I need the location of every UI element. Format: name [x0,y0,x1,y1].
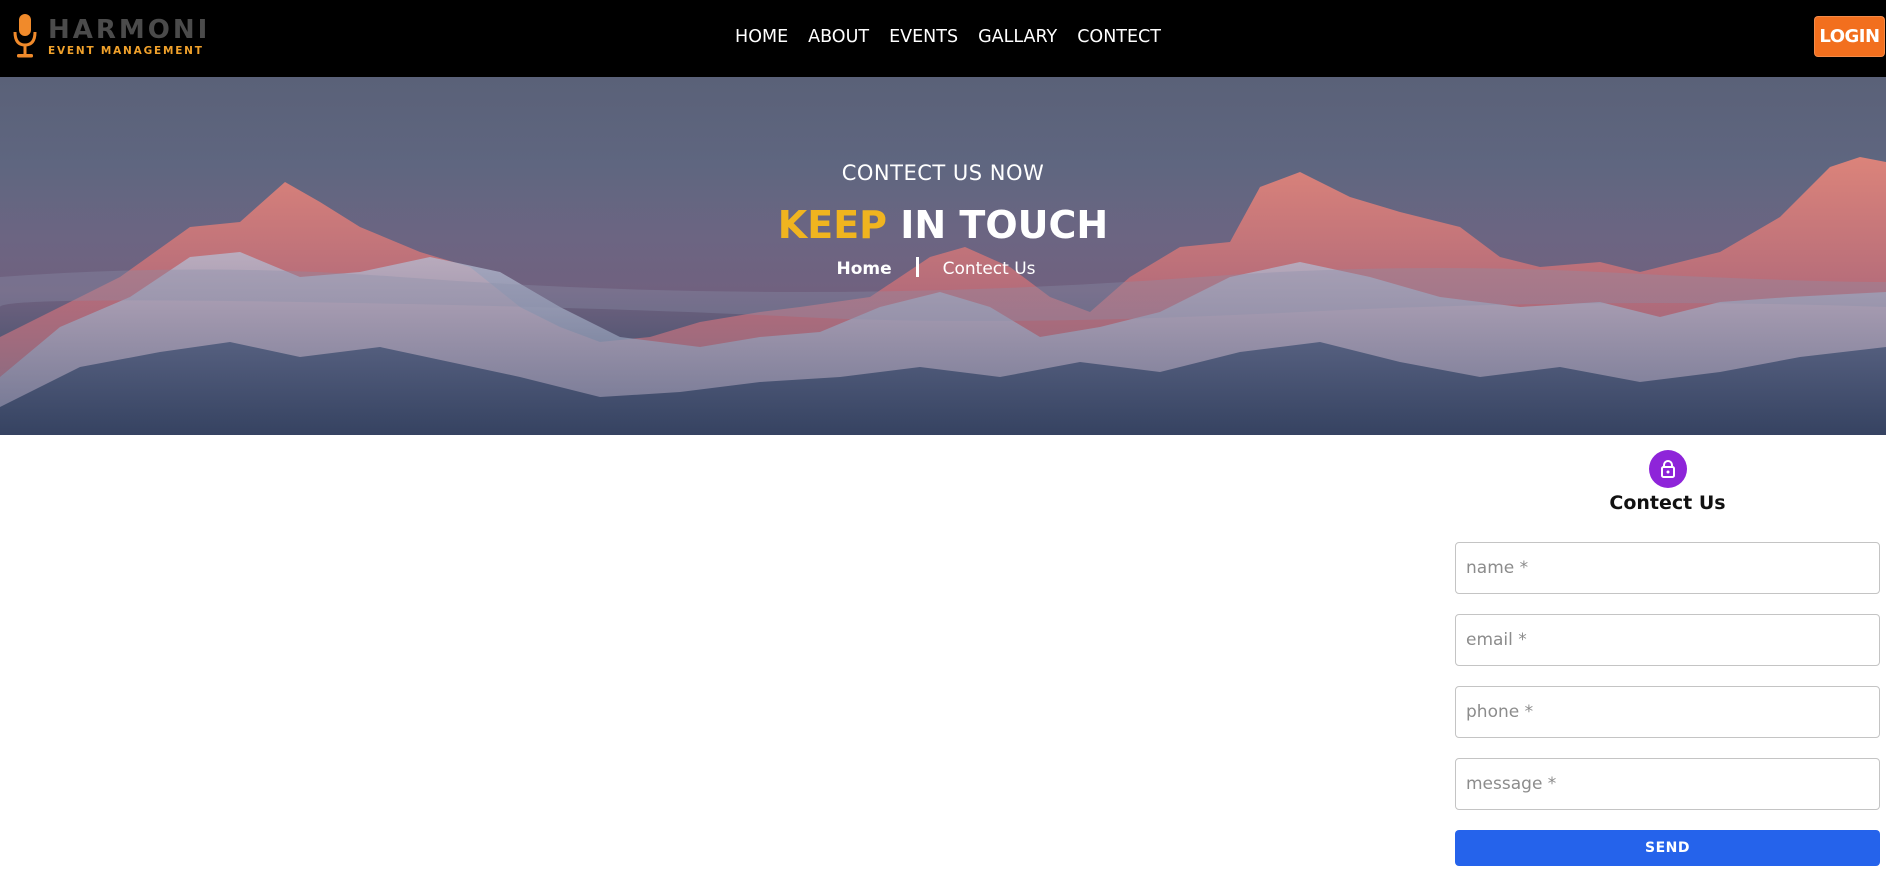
hero-subtitle: CONTECT US NOW [841,161,1045,185]
hero-title: KEEP IN TOUCH [0,203,1886,247]
nav-about[interactable]: ABOUT [808,25,869,49]
login-button[interactable]: LOGIN [1814,16,1885,57]
nav-home[interactable]: HOME [735,25,788,49]
breadcrumb-separator [915,257,919,277]
breadcrumb-home[interactable]: Home [836,259,891,279]
breadcrumb-current: Contect Us [942,259,1036,279]
nav-contect[interactable]: CONTECT [1077,25,1161,49]
main-nav: HOME ABOUT EVENTS GALLARY CONTECT [0,25,1886,49]
breadcrumb: Home Contect Us [0,257,1886,281]
hero-title-rest: IN TOUCH [900,203,1109,247]
hero-banner: CONTECT US NOW KEEP IN TOUCH Home Contec… [0,77,1886,435]
top-navbar: HARMONI EVENT MANAGEMENT HOME ABOUT EVEN… [0,0,1886,77]
send-button[interactable]: SEND [1455,830,1880,866]
message-field[interactable] [1455,758,1880,810]
phone-field[interactable] [1455,686,1880,738]
nav-gallary[interactable]: GALLARY [978,25,1057,49]
email-field[interactable] [1455,614,1880,666]
nav-events[interactable]: EVENTS [889,25,958,49]
hero-title-accent: KEEP [777,203,888,247]
mountain-background-image [0,157,1886,435]
name-field[interactable] [1455,542,1880,594]
form-title: Contect Us [1609,492,1726,514]
lock-avatar [1649,450,1687,488]
lock-icon [1661,460,1675,478]
